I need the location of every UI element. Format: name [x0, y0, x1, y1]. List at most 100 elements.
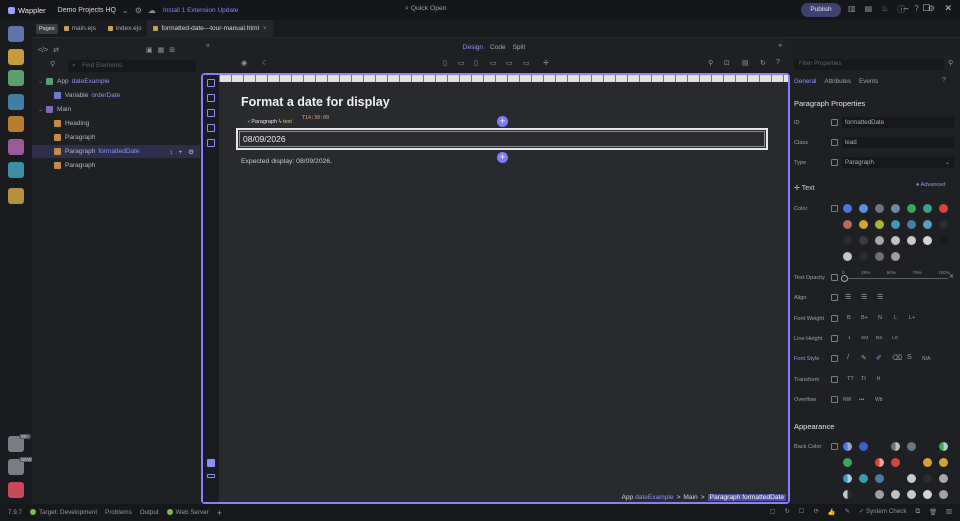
italic-icon[interactable]: I	[847, 354, 849, 361]
mobile-icon[interactable]: ▯	[443, 59, 447, 67]
collapse-right-icon[interactable]: »	[778, 42, 782, 49]
weight-light[interactable]: L	[894, 315, 897, 321]
font-style-na[interactable]: N/A	[922, 356, 930, 362]
bg-swatch-info[interactable]	[843, 474, 852, 483]
bg-swatch-white-75[interactable]	[907, 490, 916, 499]
publish-button[interactable]: Publish	[801, 3, 841, 17]
lh-1[interactable]: 1	[848, 336, 851, 341]
bg-swatch-empty[interactable]	[875, 442, 884, 451]
bg-swatch-warning[interactable]	[923, 458, 932, 467]
tab-index-ejs[interactable]: index.ejs	[102, 20, 148, 38]
highlight-icon[interactable]: ✐	[876, 354, 882, 362]
pen-icon[interactable]: ✎	[861, 354, 867, 362]
opacity-slider-track[interactable]	[844, 278, 948, 279]
swatch-muted[interactable]	[875, 236, 884, 245]
link-icon[interactable]	[831, 119, 838, 126]
appearance-section[interactable]: Appearance	[794, 422, 834, 431]
server-icon[interactable]: ▤	[742, 59, 749, 67]
cloud-sync-icon[interactable]: ☁	[148, 6, 156, 15]
workflow-icon[interactable]	[8, 49, 24, 65]
advanced-toggle[interactable]: ● Advanced	[916, 182, 946, 188]
swatch-white-50[interactable]	[907, 236, 916, 245]
chart-icon[interactable]: ⊡	[724, 59, 730, 67]
align-right-icon[interactable]: ☰	[877, 293, 883, 301]
add-icon[interactable]: +	[217, 508, 222, 518]
tree-main[interactable]: ⌄ Main	[32, 103, 200, 116]
bg-swatch-cyan[interactable]	[859, 474, 868, 483]
web-server-tab[interactable]: Web Server	[166, 509, 209, 516]
class-field[interactable]: lead	[842, 137, 954, 148]
bg-swatch-yellow[interactable]	[939, 458, 948, 467]
robot-icon[interactable]	[8, 188, 24, 204]
fire-icon[interactable]: ♨	[881, 4, 888, 15]
bg-swatch-secondary[interactable]	[891, 442, 900, 451]
desktop-icon[interactable]: ▭	[506, 59, 513, 67]
tree-icon[interactable]: ⊞	[169, 46, 175, 54]
bg-swatch-success[interactable]	[939, 442, 948, 451]
bg-swatch-white[interactable]	[923, 490, 932, 499]
link-icon[interactable]	[831, 443, 838, 450]
link-icon[interactable]	[831, 205, 838, 212]
pages-icon[interactable]	[8, 26, 24, 42]
bg-swatch-gray[interactable]	[907, 442, 916, 451]
swatch-danger[interactable]	[939, 204, 948, 213]
link-icon[interactable]	[831, 315, 838, 322]
close-icon[interactable]: ✕	[944, 3, 952, 14]
swatch-emphasis[interactable]	[891, 252, 900, 261]
page-heading[interactable]: Format a date for display	[241, 95, 390, 109]
wrench-icon[interactable]: ✎	[845, 508, 850, 516]
tree-heading[interactable]: Heading	[32, 117, 200, 130]
align-center-icon[interactable]: ☰	[861, 293, 867, 301]
reset-icon[interactable]: ✕	[949, 273, 954, 280]
swatch-body-tertiary[interactable]	[859, 252, 868, 261]
swatch-blue[interactable]	[859, 204, 868, 213]
output-tab[interactable]: Output	[140, 509, 159, 516]
bg-swatch-blue[interactable]	[859, 442, 868, 451]
swatch-warning[interactable]	[859, 220, 868, 229]
crumb-paragraph[interactable]: Paragraph formattedDate	[707, 494, 786, 501]
eraser-icon[interactable]: ⌫	[892, 354, 902, 362]
gear-icon[interactable]: ⚙	[135, 6, 142, 15]
wide-desktop-icon[interactable]: ▭	[523, 59, 530, 67]
bg-swatch-tertiary[interactable]	[875, 490, 884, 499]
link-icon[interactable]	[831, 139, 838, 146]
swatch-light[interactable]	[891, 236, 900, 245]
panel-icon[interactable]: ▥	[946, 508, 952, 516]
weight-lighter[interactable]: L+	[909, 315, 915, 321]
swatch-white-75[interactable]	[923, 236, 932, 245]
expand-icon[interactable]: ⌄	[38, 78, 46, 85]
tree-paragraph-1[interactable]: Paragraph	[32, 131, 200, 144]
refresh-icon[interactable]: ↻	[785, 508, 790, 516]
swatch-white[interactable]	[843, 252, 852, 261]
lh-base[interactable]: BS	[876, 336, 882, 341]
weight-bolder[interactable]: B+	[861, 315, 868, 321]
align-left-icon[interactable]: ☰	[845, 293, 851, 301]
tab-split[interactable]: Split	[513, 44, 526, 51]
sync-icon[interactable]: ⟳	[814, 508, 819, 516]
transform-lower[interactable]: tt	[877, 376, 880, 382]
crosshair-icon[interactable]: ✛	[543, 59, 549, 67]
overflow-break[interactable]: Wb	[875, 397, 883, 403]
chevron-down-icon[interactable]: ⌄	[122, 6, 129, 15]
swatch-primary[interactable]	[843, 204, 852, 213]
checkbox-icon[interactable]: ☐	[799, 508, 805, 516]
opacity-slider-handle[interactable]	[841, 275, 848, 282]
tablet-icon[interactable]: ▯	[474, 59, 478, 67]
bg-swatch-green[interactable]	[843, 458, 852, 467]
minimize-icon[interactable]: –	[903, 3, 908, 14]
weight-bold[interactable]: B	[847, 315, 851, 321]
system-check[interactable]: ✓ System Check	[859, 508, 907, 516]
filter-properties-input[interactable]: Filter Properties	[794, 59, 944, 70]
bg-swatch-danger[interactable]	[875, 458, 884, 467]
thumbs-up-icon[interactable]: 👍	[828, 508, 836, 516]
collapse-left-icon[interactable]: «	[206, 42, 210, 49]
help-icon[interactable]: ?	[942, 77, 946, 84]
bg-swatch-white-50[interactable]	[891, 490, 900, 499]
swatch-teal[interactable]	[923, 204, 932, 213]
tab-general[interactable]: General	[794, 78, 816, 85]
swatch-black[interactable]	[939, 236, 948, 245]
tab-main-ejs[interactable]: main.ejs	[58, 20, 102, 38]
transform-upper[interactable]: TT	[847, 376, 854, 382]
bg-swatch-muted[interactable]	[939, 474, 948, 483]
bottle-icon[interactable]	[207, 109, 215, 117]
